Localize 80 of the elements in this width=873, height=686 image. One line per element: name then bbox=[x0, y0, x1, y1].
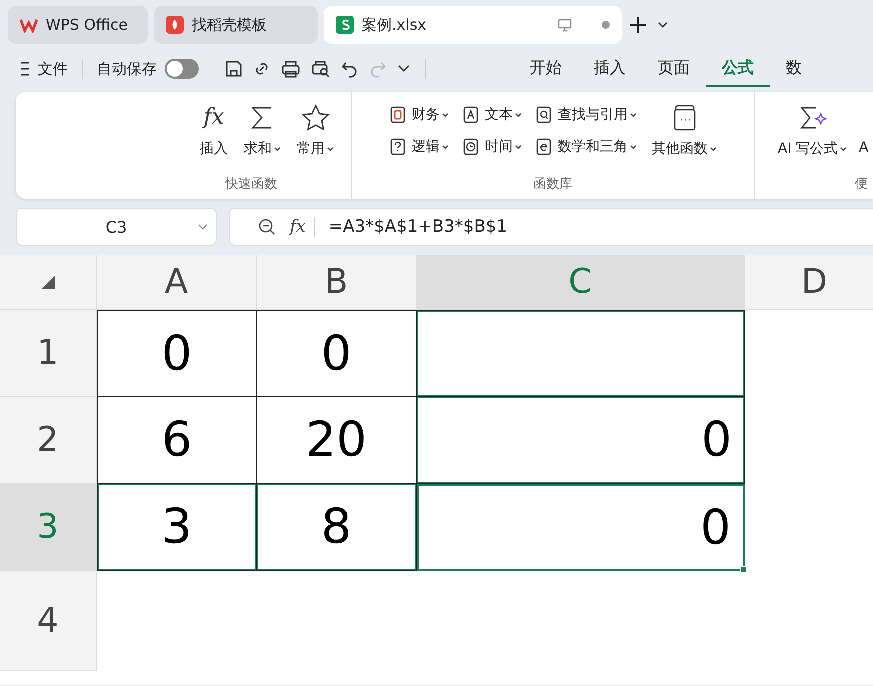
wps-logo-icon bbox=[20, 17, 38, 33]
column-header[interactable]: B bbox=[257, 255, 417, 310]
autosave-label: 自动保存 bbox=[97, 60, 157, 78]
caret-icon bbox=[840, 146, 848, 152]
zoom-out-icon[interactable] bbox=[258, 218, 276, 236]
print-icon[interactable] bbox=[281, 60, 301, 78]
letter-e-page-icon bbox=[536, 138, 552, 156]
table-cell[interactable]: 0 bbox=[417, 397, 745, 484]
clock-icon bbox=[463, 138, 479, 156]
document-tab[interactable]: 案例.xlsx bbox=[324, 6, 622, 44]
save-icon[interactable] bbox=[225, 60, 243, 78]
column-header[interactable]: A bbox=[97, 255, 257, 310]
caret-icon[interactable] bbox=[658, 22, 668, 28]
select-all-icon[interactable] bbox=[40, 274, 56, 290]
caret-icon bbox=[710, 146, 717, 152]
table-cell[interactable] bbox=[417, 310, 745, 397]
more-functions-icon bbox=[672, 104, 696, 132]
ribbon-tab[interactable]: 数 bbox=[770, 52, 818, 86]
caret-icon bbox=[630, 144, 637, 150]
spreadsheet-logo-icon bbox=[336, 16, 354, 34]
row-header[interactable]: 4 bbox=[0, 571, 97, 671]
table-cell[interactable]: 0 bbox=[257, 310, 417, 397]
table-cell[interactable]: 0 bbox=[97, 310, 257, 397]
ribbon-tab[interactable]: 开始 bbox=[514, 52, 578, 86]
column-header[interactable]: C bbox=[417, 255, 745, 310]
ribbon-tab[interactable]: 插入 bbox=[578, 52, 642, 86]
group-title: 快速函数 bbox=[226, 176, 278, 193]
ai-formula-button[interactable]: AI 写公式 bbox=[775, 100, 850, 175]
ledger-icon bbox=[390, 106, 406, 124]
monitor-icon bbox=[558, 18, 572, 32]
flame-logo-icon bbox=[166, 16, 184, 34]
caret-icon bbox=[630, 112, 637, 118]
question-page-icon bbox=[390, 138, 406, 156]
function-category-button[interactable]: 文本 bbox=[459, 102, 526, 128]
table-cell[interactable]: 0 bbox=[417, 484, 745, 571]
star-icon bbox=[300, 104, 330, 132]
formula-input[interactable]: =A3*$A$1+B3*$B$1 bbox=[328, 217, 508, 237]
function-icon[interactable]: fx bbox=[290, 217, 306, 237]
file-menu-button[interactable]: 文件 bbox=[20, 60, 68, 78]
table-cell[interactable]: 3 bbox=[97, 484, 257, 571]
text-letter-icon bbox=[463, 106, 479, 124]
caret-icon[interactable] bbox=[397, 64, 411, 74]
function-category-button[interactable]: 数学和三角 bbox=[532, 134, 641, 160]
caret-icon bbox=[515, 144, 522, 150]
table-cell[interactable]: 20 bbox=[257, 397, 417, 484]
document-tab[interactable]: 找稻壳模板 bbox=[154, 6, 318, 44]
group-title: 函数库 bbox=[534, 176, 572, 193]
print-preview-icon[interactable] bbox=[311, 60, 331, 78]
undo-icon[interactable] bbox=[341, 60, 359, 78]
other-functions-button[interactable]: 其他函数 bbox=[649, 100, 720, 175]
row-header[interactable]: 2 bbox=[0, 397, 97, 484]
plus-icon[interactable] bbox=[628, 15, 648, 35]
group-title: 便 bbox=[855, 176, 868, 193]
table-cell[interactable]: 6 bbox=[97, 397, 257, 484]
ai-formula-button[interactable]: A bbox=[856, 100, 872, 175]
row-header[interactable]: 1 bbox=[0, 310, 97, 397]
table-cell[interactable]: 8 bbox=[257, 484, 417, 571]
menu-icon bbox=[20, 62, 30, 76]
caret-icon bbox=[442, 112, 449, 118]
row-header[interactable]: 3 bbox=[0, 484, 97, 571]
function-button[interactable]: 常用 bbox=[294, 100, 337, 175]
ribbon-tab[interactable]: 页面 bbox=[642, 52, 706, 86]
caret-icon bbox=[198, 224, 208, 230]
autosave-toggle[interactable] bbox=[165, 59, 199, 79]
function-category-button[interactable]: 逻辑 bbox=[386, 134, 453, 160]
caret-icon bbox=[515, 112, 522, 118]
function-category-button[interactable]: 时间 bbox=[459, 134, 526, 160]
magnifier-page-icon bbox=[536, 106, 552, 124]
function-button[interactable]: fx 插入 bbox=[197, 100, 231, 175]
function-category-button[interactable]: 查找与引用 bbox=[532, 102, 641, 128]
function-icon: fx bbox=[204, 104, 224, 132]
document-tab[interactable]: WPS Office bbox=[8, 6, 148, 44]
function-button[interactable]: 求和 bbox=[241, 100, 284, 175]
dot-icon bbox=[602, 21, 610, 29]
fill-handle[interactable] bbox=[740, 566, 747, 573]
function-category-button[interactable]: 财务 bbox=[386, 102, 453, 128]
caret-icon bbox=[442, 144, 449, 150]
column-header[interactable]: D bbox=[745, 255, 873, 310]
name-box[interactable]: C3 bbox=[16, 208, 217, 246]
ribbon-tab[interactable]: 公式 bbox=[706, 52, 770, 86]
